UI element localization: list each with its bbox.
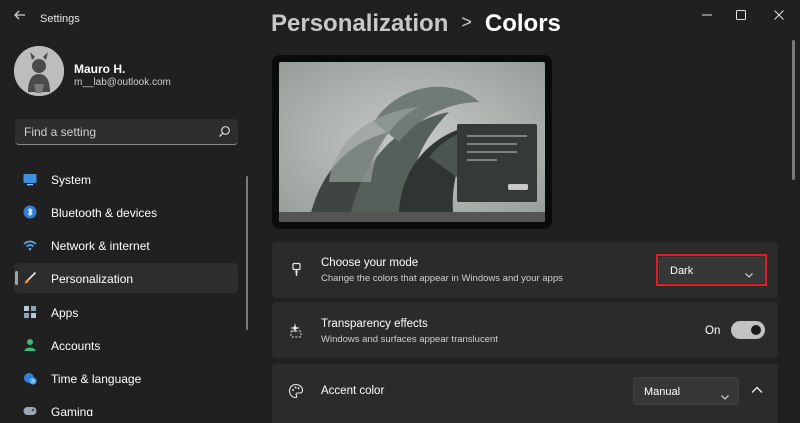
sidebar-item-system[interactable]: System [14, 164, 238, 194]
sidebar-scrollbar[interactable] [246, 176, 248, 330]
apps-grid-icon [23, 305, 37, 319]
user-name: Mauro H. [74, 62, 126, 76]
transparency-card: Transparency effects Windows and surface… [272, 302, 778, 358]
search-icon[interactable] [218, 125, 231, 138]
minimize-icon[interactable] [695, 5, 719, 25]
sidebar-item-accounts[interactable]: Accounts [14, 330, 238, 360]
theme-preview [272, 55, 552, 229]
settings-window: Settings Mauro H. m__lab@outlook.com Fin… [0, 0, 800, 423]
brush-icon [23, 271, 37, 285]
sidebar-item-label: Network & internet [51, 239, 150, 253]
preview-wallpaper [279, 62, 545, 222]
highlight-box [656, 254, 767, 286]
page-title: Colors [484, 10, 561, 37]
accent-select-value: Manual [644, 386, 681, 398]
sidebar-item-gaming[interactable]: Gaming [14, 396, 238, 416]
search-input[interactable]: Find a setting [15, 119, 238, 145]
sidebar-item-label: Gaming [51, 405, 94, 416]
maximize-icon[interactable] [729, 5, 753, 25]
transparency-title: Transparency effects [321, 318, 428, 330]
person-icon [23, 338, 37, 352]
sidebar-item-time-language[interactable]: Time & language [14, 363, 238, 393]
sidebar-item-label: Time & language [51, 372, 142, 386]
sidebar-item-label: System [51, 173, 92, 187]
sidebar-item-network[interactable]: Network & internet [14, 230, 238, 260]
sidebar-item-label: Bluetooth & devices [51, 206, 158, 220]
toggle-state-label: On [705, 325, 721, 337]
gamepad-icon [23, 404, 37, 416]
main-scrollbar[interactable] [792, 40, 795, 180]
close-icon[interactable] [767, 5, 791, 25]
transparency-description: Windows and surfaces appear translucent [321, 334, 498, 345]
sidebar-item-label: Accounts [51, 339, 101, 353]
chevron-down-icon [720, 388, 730, 400]
toggle-knob [751, 325, 761, 335]
user-email: m__lab@outlook.com [74, 77, 171, 88]
mode-title: Choose your mode [321, 257, 419, 269]
globe-clock-icon [23, 371, 37, 385]
sidebar-item-apps[interactable]: Apps [14, 297, 238, 327]
paintbrush-icon [288, 262, 304, 278]
avatar [14, 46, 64, 96]
preview-taskbar [279, 212, 545, 222]
preview-window [457, 124, 537, 202]
palette-icon [288, 383, 304, 399]
selection-indicator [15, 271, 18, 285]
sparkle-icon [288, 322, 304, 338]
chevron-up-icon[interactable] [748, 383, 766, 397]
app-title: Settings [40, 13, 80, 25]
breadcrumb-separator: > [461, 12, 472, 32]
sidebar-item-label: Personalization [51, 272, 134, 286]
mode-description: Change the colors that appear in Windows… [321, 273, 563, 284]
sidebar-item-bluetooth[interactable]: Bluetooth & devices [14, 197, 238, 227]
accent-select[interactable]: Manual [633, 377, 739, 405]
wifi-icon [23, 238, 37, 252]
sidebar-item-personalization[interactable]: Personalization [14, 263, 238, 293]
accent-title: Accent color [321, 385, 385, 397]
sidebar-item-label: Apps [51, 306, 79, 320]
back-arrow-icon[interactable] [10, 8, 30, 26]
transparency-toggle[interactable] [731, 321, 765, 339]
breadcrumb: Personalization > Colors [271, 10, 561, 38]
breadcrumb-parent[interactable]: Personalization [271, 10, 448, 37]
search-placeholder: Find a setting [24, 125, 97, 139]
monitor-icon [23, 172, 37, 186]
bluetooth-icon [23, 205, 37, 219]
